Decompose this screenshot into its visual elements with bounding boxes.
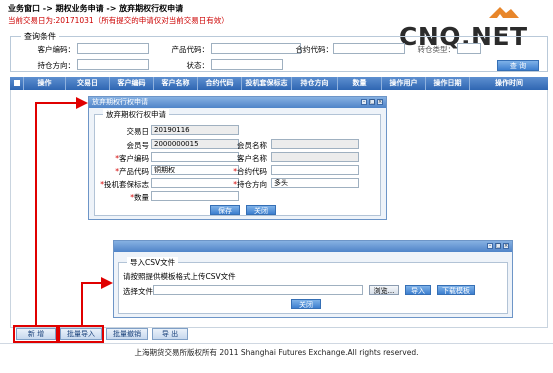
- page: 业务窗口 -> 期权业务申请 -> 放弃期权行权申请 当前交易日为:201710…: [0, 0, 553, 373]
- arrow-to-import-dialog: [81, 277, 113, 325]
- footer-copyright: 上海期货交易所版权所有 2011 Shanghai Futures Exchan…: [0, 343, 553, 361]
- annotation-arrows: [35, 97, 113, 325]
- arrow-to-abandon-dialog: [35, 97, 88, 325]
